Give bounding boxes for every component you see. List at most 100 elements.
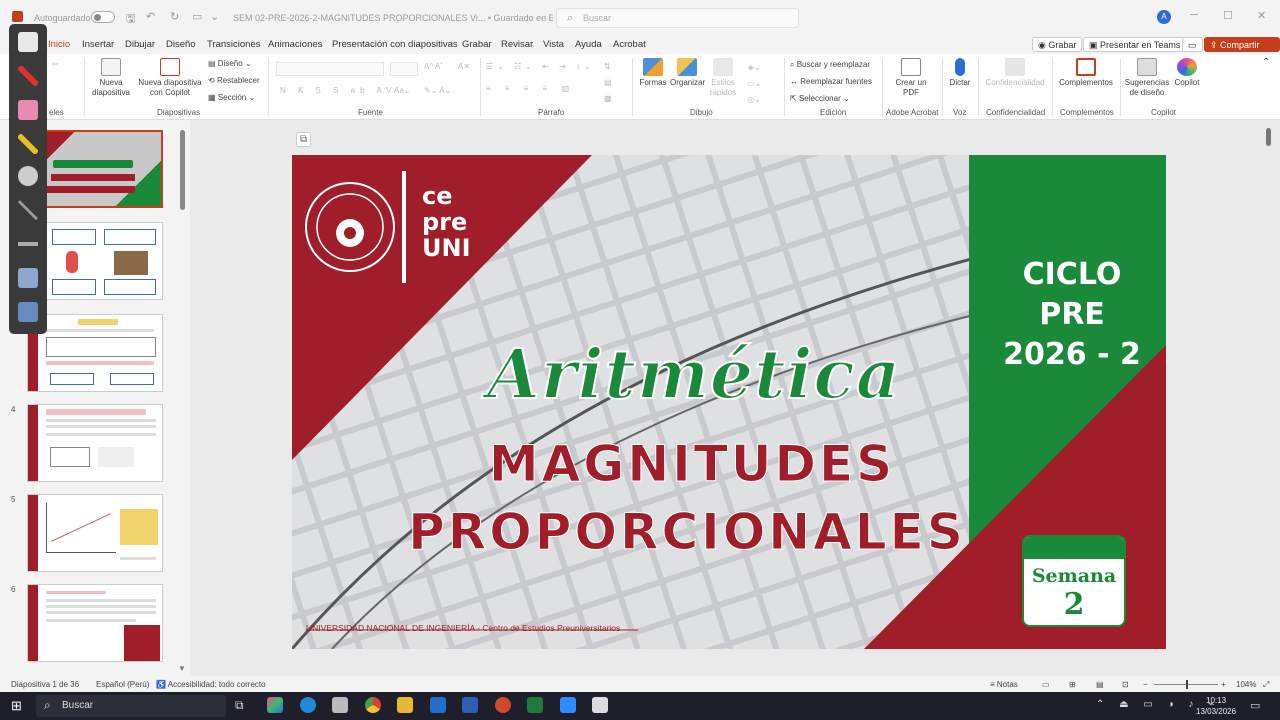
- font-size-select[interactable]: [390, 62, 418, 76]
- confidentiality-button[interactable]: Confidencialidad: [984, 58, 1046, 88]
- reset-button[interactable]: ⟲ Restablecer: [208, 76, 260, 86]
- app-window-icon[interactable]: [592, 697, 608, 713]
- save-icon[interactable]: 🖫: [126, 10, 135, 29]
- align-buttons[interactable]: ≡ ≡ ≡ ≡ ▥: [486, 84, 575, 94]
- text-direction-icon[interactable]: ⇅: [604, 62, 611, 72]
- zoom-level[interactable]: 104%: [1236, 680, 1256, 689]
- accessibility-status[interactable]: ♿ Accesibilidad: todo correcto: [156, 680, 266, 689]
- section-button[interactable]: ▦ Sección ⌄: [208, 93, 255, 103]
- scroll-down-icon[interactable]: ▼: [178, 664, 186, 673]
- share-button[interactable]: ⇪ Compartir: [1204, 37, 1280, 52]
- tab-inicio[interactable]: Inicio: [48, 39, 70, 50]
- excel-icon[interactable]: [527, 697, 543, 713]
- chrome-icon[interactable]: [365, 697, 381, 713]
- change-case-icon[interactable]: Aa⌄: [394, 86, 411, 96]
- slide-thumbnail-3[interactable]: [27, 314, 163, 392]
- thumbnail-scrollbar[interactable]: [180, 130, 185, 210]
- copilot-taskbar-icon[interactable]: [267, 697, 283, 713]
- slideshow-icon[interactable]: ⊡: [1122, 680, 1129, 689]
- copilot-button[interactable]: Copilot: [1172, 58, 1202, 88]
- pointer-icon[interactable]: [18, 166, 38, 186]
- present-teams-button[interactable]: ▣ Presentar en Teams: [1083, 37, 1187, 52]
- tab-ayuda[interactable]: Ayuda: [575, 39, 602, 50]
- grow-font-icon[interactable]: A^ Aˇ: [424, 62, 443, 72]
- taskbar-clock[interactable]: 10:13 13/03/2026: [1196, 695, 1236, 717]
- quick-styles-button[interactable]: Estilos rápidos: [708, 58, 738, 98]
- tab-diseno[interactable]: Diseño: [166, 39, 196, 50]
- slide-thumbnail-2[interactable]: [27, 222, 163, 300]
- new-slide-copilot-button[interactable]: Nueva diapositiva con Copilot: [138, 58, 202, 98]
- notes-button[interactable]: ≡ Notas: [990, 680, 1018, 689]
- design-ideas-button[interactable]: Sugerencias de diseño: [1124, 58, 1170, 98]
- canvas-scrollbar[interactable]: [1266, 128, 1271, 146]
- taskbar-search[interactable]: ⌕ Buscar: [36, 695, 226, 717]
- cut-icon[interactable]: ✂: [52, 60, 59, 70]
- zoom-app-icon[interactable]: [560, 697, 576, 713]
- tab-grabar[interactable]: Grabar: [462, 39, 492, 50]
- reading-view-icon[interactable]: ▤: [1096, 680, 1104, 689]
- slide-1[interactable]: ce pre UNI Aritmética MAGNITUDES PROPORC…: [292, 155, 1166, 649]
- slide-footer[interactable]: UNIVERSIDAD NACIONAL DE INGENIERÍA - Cen…: [306, 623, 620, 633]
- tab-revisar[interactable]: Revisar: [501, 39, 533, 50]
- tab-presentacion[interactable]: Presentación con diapositivas: [332, 39, 458, 50]
- calendar-icon[interactable]: Semana 2: [1022, 535, 1126, 627]
- tab-acrobat[interactable]: Acrobat: [613, 39, 646, 50]
- shapes-button[interactable]: Formas: [638, 58, 668, 88]
- font-style-buttons[interactable]: N K S S ab AV: [280, 86, 396, 96]
- zoom-in-icon[interactable]: +: [1221, 680, 1226, 689]
- powerpoint-taskbar-icon[interactable]: [495, 697, 511, 713]
- ribbon-collapse-icon[interactable]: ⌃: [1262, 58, 1270, 68]
- tab-transiciones[interactable]: Transiciones: [207, 39, 261, 50]
- slide-subtitle-2[interactable]: PROPORCIONALES: [402, 503, 972, 562]
- highlight-icon[interactable]: ✎⌄ A⌄: [424, 86, 451, 96]
- comments-icon[interactable]: ▭: [1182, 37, 1203, 52]
- slide-subtitle-1[interactable]: MAGNITUDES: [472, 435, 912, 494]
- document-title[interactable]: SEM 02-PRE-2026-2-MAGNITUDES PROPORCIONA…: [233, 13, 553, 24]
- slide-thumbnail-1[interactable]: [27, 130, 163, 208]
- zoom-slider-thumb[interactable]: [1186, 680, 1188, 689]
- tab-vista[interactable]: Vista: [543, 39, 564, 50]
- copilot-slide-icon[interactable]: ⧉: [296, 132, 312, 147]
- screen-icon[interactable]: [18, 268, 38, 288]
- align-text-icon[interactable]: ▤: [604, 78, 612, 88]
- task-view-icon[interactable]: ⧉: [235, 698, 244, 713]
- pen-icon[interactable]: [18, 200, 38, 220]
- select-button[interactable]: ⇱ Seleccionar ⌄: [790, 94, 850, 104]
- autosave-toggle[interactable]: [91, 11, 115, 23]
- redo-icon[interactable]: ↻: [170, 10, 179, 23]
- edge-icon[interactable]: [300, 697, 316, 713]
- tab-dibujar[interactable]: Dibujar: [125, 39, 155, 50]
- present-icon[interactable]: ▭: [192, 10, 202, 23]
- avatar[interactable]: A: [1157, 10, 1171, 24]
- clear-format-icon[interactable]: A✕: [458, 62, 470, 72]
- slide-thumbnail-4[interactable]: [27, 404, 163, 482]
- slide-thumbnail-6[interactable]: [27, 584, 163, 662]
- layout-button[interactable]: ▤ Diseño ⌄: [208, 59, 252, 69]
- undo-icon[interactable]: ↶: [146, 10, 155, 23]
- find-replace-button[interactable]: ⌕ Buscar y reemplazar: [790, 60, 870, 70]
- language-status[interactable]: Español (Perú): [96, 680, 149, 689]
- replace-fonts-button[interactable]: ↔ Reemplazar fuentes: [790, 77, 872, 87]
- windows-start-icon[interactable]: ⊞: [11, 698, 22, 714]
- shape-format-icons[interactable]: ◈⌄ ▭⌄ ◎⌄: [747, 60, 761, 108]
- whiteboard-icon[interactable]: [18, 32, 38, 52]
- addins-button[interactable]: Complementos: [1058, 58, 1114, 88]
- record-button[interactable]: ◉ Grabar: [1032, 37, 1083, 52]
- tab-insertar[interactable]: Insertar: [82, 39, 114, 50]
- line-width-icon[interactable]: [18, 234, 38, 254]
- arrange-button[interactable]: Organizar: [670, 58, 705, 88]
- mail-icon[interactable]: [430, 697, 446, 713]
- list-buttons[interactable]: ☰⌄ ☷⌄ ⇤ ⇥ ↕⌄: [486, 62, 595, 72]
- store-icon[interactable]: [332, 697, 348, 713]
- close-icon[interactable]: ✕: [1257, 9, 1266, 22]
- slide-title[interactable]: Aritmética: [484, 334, 904, 416]
- zoom-out-icon[interactable]: −: [1143, 680, 1148, 689]
- font-family-select[interactable]: [276, 62, 384, 76]
- slide-sorter-icon[interactable]: ⊞: [1069, 680, 1076, 689]
- cycle-label[interactable]: CICLO PRE 2026 - 2: [982, 255, 1162, 375]
- notifications-icon[interactable]: ▭: [1250, 699, 1260, 712]
- smartart-icon[interactable]: ▩: [604, 94, 612, 104]
- create-pdf-button[interactable]: Crear un PDF: [894, 58, 928, 98]
- tab-animaciones[interactable]: Animaciones: [268, 39, 322, 50]
- normal-view-icon[interactable]: ▭: [1042, 680, 1050, 689]
